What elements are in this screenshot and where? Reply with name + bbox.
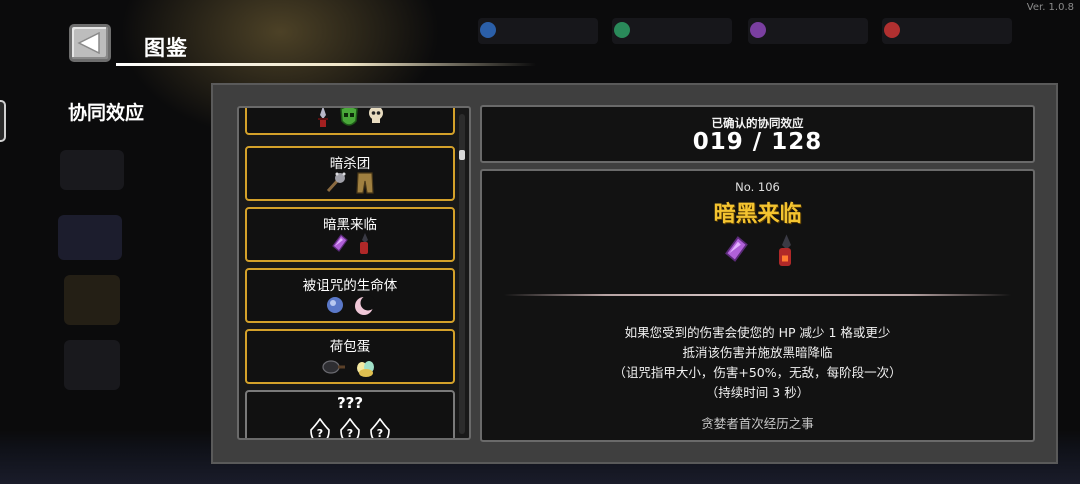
synergy-card[interactable]: 暗杀团 [245, 146, 455, 201]
arrow-left-icon [77, 32, 100, 54]
list-scrollbar[interactable] [459, 114, 465, 434]
page-title: 图鉴 [144, 36, 188, 60]
crescent-moon-icon [355, 295, 375, 315]
synergy-description: 如果您受到的伤害会使您的 HP 减少 1 格或更少 抵消该伤害并施放黑暗降临 （… [482, 323, 1033, 403]
background-bar [478, 18, 598, 44]
synergy-card-name: ??? [336, 394, 364, 412]
unknown-icon: ? [340, 418, 360, 440]
red-dagger-icon [318, 108, 328, 127]
synergy-card-name: 被诅咒的生命体 [302, 278, 398, 294]
synergy-card-icons [247, 358, 453, 378]
synergy-card[interactable]: 荷包蛋 [245, 329, 455, 384]
counter-value: 019 / 128 [692, 129, 823, 155]
description-line: （持续时间 3 秒） [705, 385, 810, 400]
background-dot [884, 22, 900, 38]
svg-text:?: ? [377, 427, 383, 440]
synergy-card-name: 暗杀团 [329, 156, 371, 172]
synergy-card-icons [247, 295, 453, 317]
background-tile [58, 215, 122, 260]
synergy-list: 暗杀团 暗黑来临 被诅咒的生命体 荷包蛋 ??? ? ? ? [237, 106, 471, 440]
synergy-card-icons [247, 232, 453, 256]
background-dot [480, 22, 496, 38]
section-label: 协同效应 [68, 102, 145, 124]
unknown-icon: ? [370, 418, 390, 440]
synergy-card[interactable]: 被诅咒的生命体 [245, 268, 455, 323]
title-underline [116, 63, 536, 66]
purple-crystal-icon [332, 234, 348, 252]
frying-pan-icon [322, 360, 345, 374]
version-label: Ver. 1.0.8 [1026, 2, 1074, 13]
synergy-card-icons: ? ? ? [247, 418, 453, 440]
description-line: 抵消该伤害并施放黑暗降临 [682, 345, 833, 360]
synergy-title: 暗黑来临 [713, 202, 802, 227]
background-bar [882, 18, 1012, 44]
synergy-card[interactable] [245, 108, 455, 135]
egg-bundle-icon [357, 361, 374, 377]
synergy-detail: No. 106 暗黑来临 如果您受到的伤害会使您的 HP 减少 1 格或更少 抵… [480, 169, 1035, 442]
red-dagger-icon [360, 233, 368, 254]
spiked-club-icon [326, 172, 346, 193]
scrollbar-thumb[interactable] [459, 150, 465, 160]
purple-crystal-icon [724, 236, 748, 262]
synergy-detail-icons [482, 233, 1033, 269]
red-dagger-icon [778, 234, 791, 266]
background-dot [614, 22, 630, 38]
synergy-card[interactable]: 暗黑来临 [245, 207, 455, 262]
detail-divider [504, 294, 1011, 296]
synergy-number: No. 106 [735, 180, 780, 194]
background-tile [60, 150, 124, 190]
description-line: （诅咒指甲大小，伤害+50%，无敌，每阶段一次） [613, 365, 902, 380]
svg-text:?: ? [347, 427, 353, 440]
blue-orb-icon [327, 297, 343, 313]
background-dot [750, 22, 766, 38]
background-bar [748, 18, 868, 44]
synergy-card-name: 荷包蛋 [329, 339, 371, 355]
synergy-card-icons [247, 171, 453, 195]
synergy-source: 贪婪者首次经历之事 [701, 416, 814, 431]
background-tile [64, 340, 120, 390]
synergy-card-locked[interactable]: ??? ? ? ? [245, 390, 455, 440]
svg-text:?: ? [317, 427, 323, 440]
back-button[interactable] [69, 24, 111, 62]
bone-skull-icon [369, 108, 383, 123]
unknown-icon: ? [310, 418, 330, 440]
side-tab-handle[interactable] [0, 100, 6, 142]
background-bar [612, 18, 732, 44]
description-line: 如果您受到的伤害会使您的 HP 减少 1 格或更少 [624, 325, 891, 340]
synergy-counter: 已确认的协同效应 019 / 128 [480, 105, 1035, 163]
background-tile [64, 275, 120, 325]
green-skull-mask-icon [340, 108, 358, 126]
synergy-card-icons [247, 108, 453, 129]
synergy-card-name: 暗黑来临 [323, 217, 377, 233]
leather-pants-icon [356, 172, 374, 194]
